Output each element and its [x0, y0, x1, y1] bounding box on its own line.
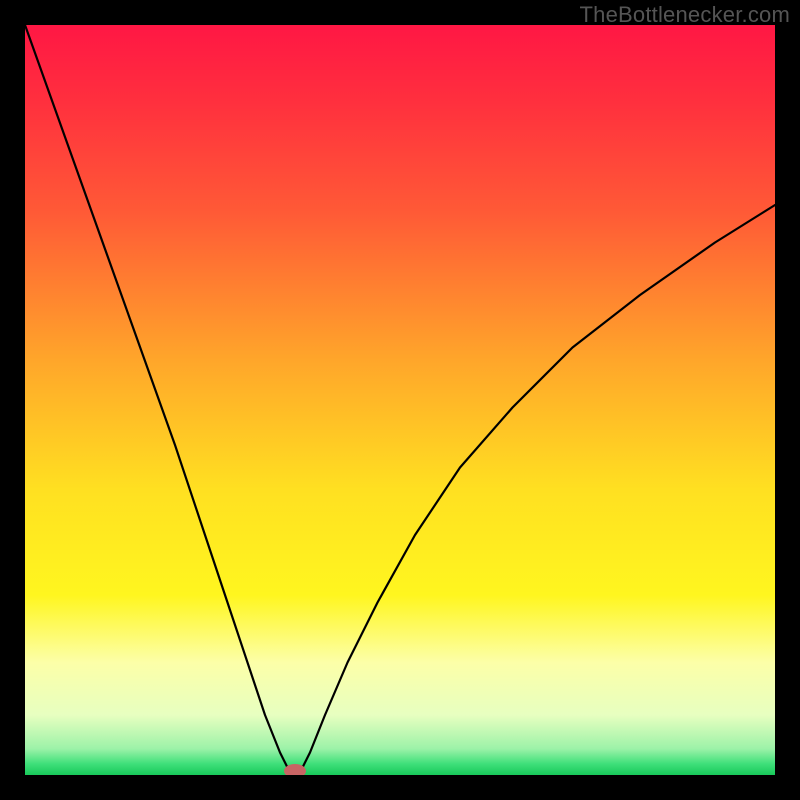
bottleneck-chart — [25, 25, 775, 775]
gradient-background — [25, 25, 775, 775]
chart-frame: TheBottlenecker.com — [0, 0, 800, 800]
watermark-text: TheBottlenecker.com — [580, 2, 790, 28]
